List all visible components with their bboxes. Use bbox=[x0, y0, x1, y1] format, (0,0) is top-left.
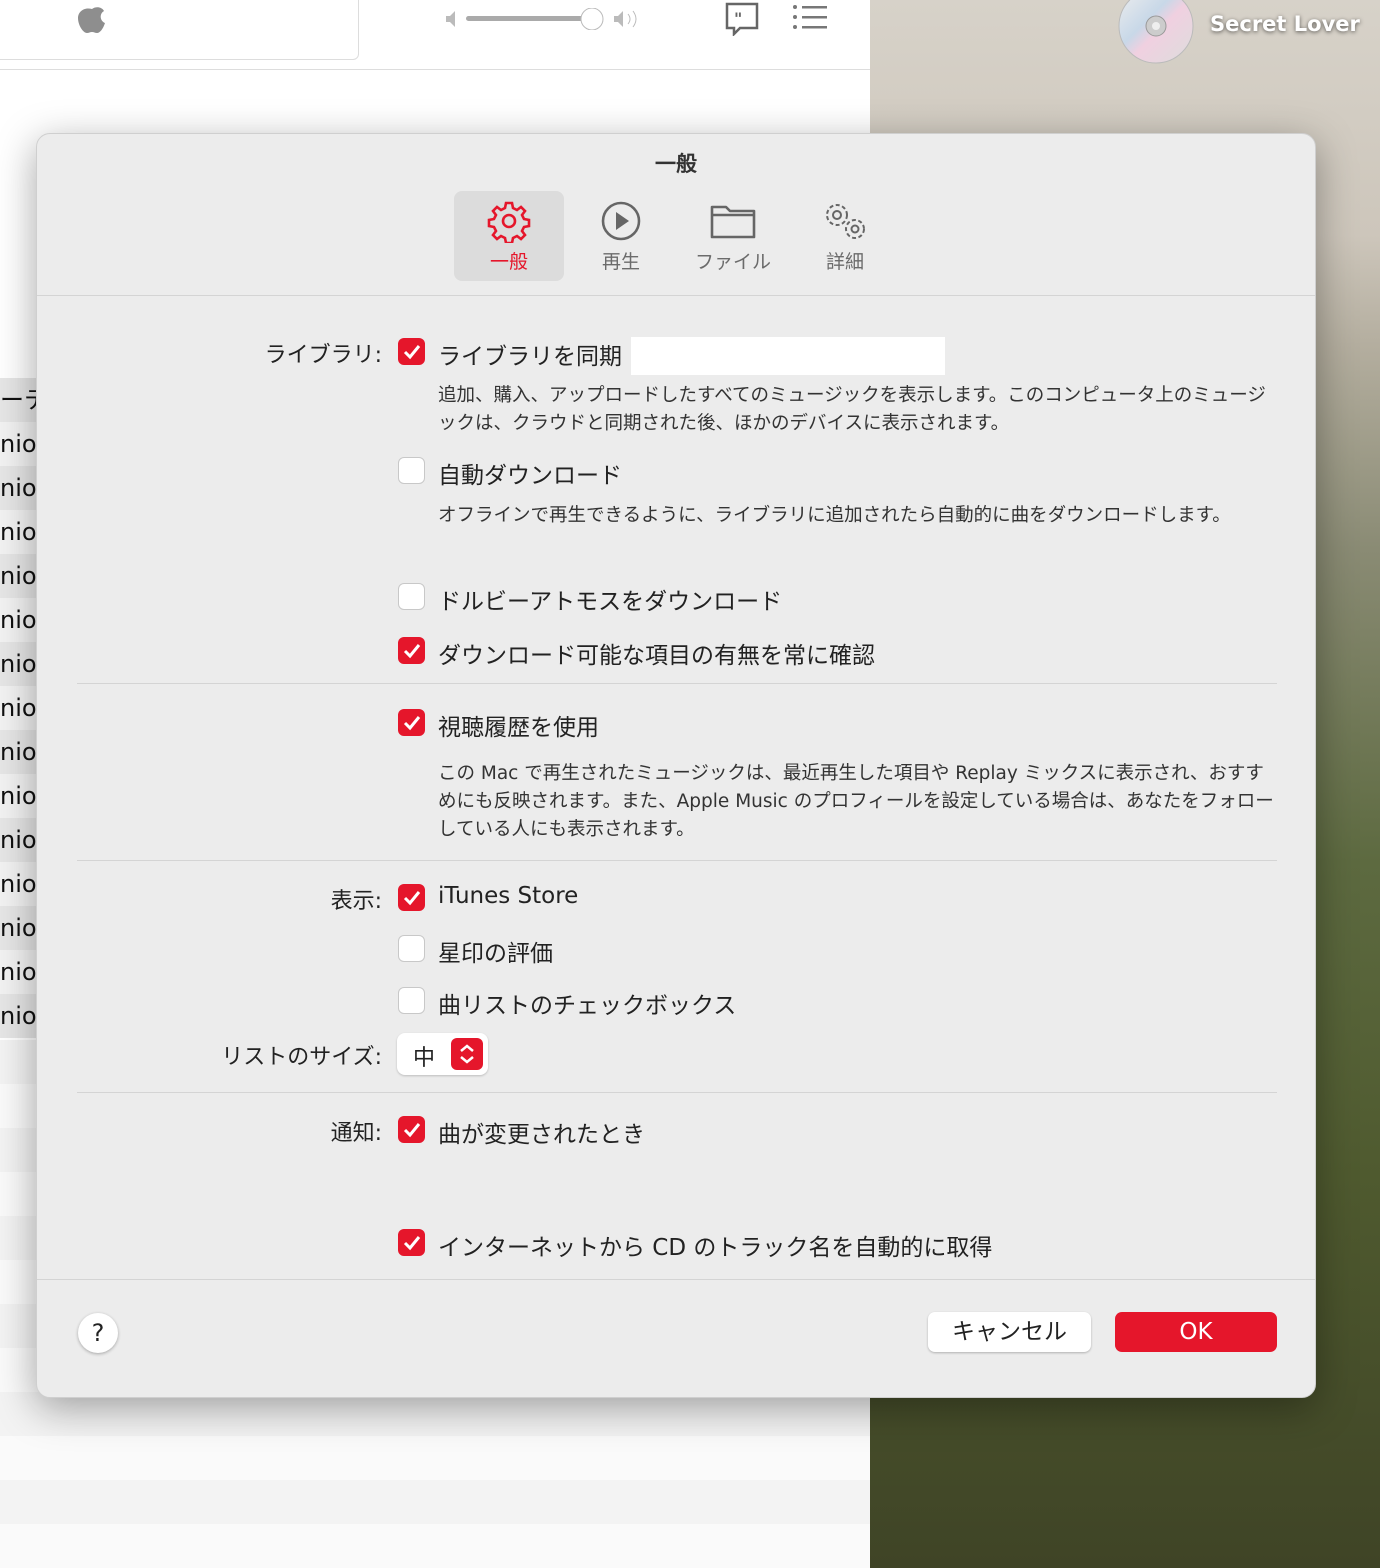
dolby-download-checkbox[interactable] bbox=[398, 583, 425, 610]
tab-advanced[interactable]: 詳細 bbox=[790, 191, 900, 281]
now-playing-box bbox=[0, 0, 359, 60]
divider bbox=[37, 1279, 1315, 1280]
empty-list-row bbox=[0, 1480, 870, 1524]
cd-track-names-checkbox[interactable] bbox=[398, 1229, 425, 1256]
song-change-checkbox[interactable] bbox=[398, 1116, 425, 1143]
song-list-row[interactable]: ーテ bbox=[0, 378, 36, 422]
lyrics-icon[interactable]: " bbox=[724, 2, 762, 36]
divider bbox=[77, 683, 1277, 684]
checkmark-icon bbox=[403, 891, 421, 906]
divider bbox=[77, 860, 1277, 861]
song-list-row[interactable]: nior bbox=[0, 422, 36, 466]
song-list-row[interactable]: nior bbox=[0, 598, 36, 642]
dolby-download-label: ドルビーアトモスをダウンロード bbox=[438, 589, 783, 615]
song-list-row[interactable]: nior bbox=[0, 774, 36, 818]
auto-download-description: オフラインで再生できるように、ライブラリに追加されたら自動的に曲をダウンロードし… bbox=[438, 505, 1231, 526]
divider bbox=[77, 1092, 1277, 1093]
tab-label: 詳細 bbox=[825, 251, 864, 273]
song-checkboxes-label: 曲リストのチェックボックス bbox=[438, 993, 737, 1019]
listening-history-label: 視聴履歴を使用 bbox=[438, 715, 599, 741]
checkmark-icon bbox=[403, 1236, 421, 1251]
song-list-row[interactable]: nior bbox=[0, 642, 36, 686]
check-downloads-checkbox[interactable] bbox=[398, 637, 425, 664]
empty-list-row bbox=[0, 1436, 870, 1480]
itunes-store-checkbox[interactable] bbox=[398, 884, 425, 911]
gear-icon bbox=[487, 201, 531, 243]
song-list-row[interactable]: nior bbox=[0, 554, 36, 598]
ok-button[interactable]: OK bbox=[1115, 1312, 1277, 1352]
checkmark-icon bbox=[403, 644, 421, 659]
tab-label: 一般 bbox=[489, 251, 528, 273]
volume-high-icon bbox=[614, 11, 623, 27]
song-list-row[interactable]: nior bbox=[0, 906, 36, 950]
checkmark-icon bbox=[403, 1123, 421, 1138]
list-size-label: リストのサイズ: bbox=[221, 1045, 382, 1070]
folder-icon bbox=[710, 205, 756, 239]
list-size-select[interactable]: 中 bbox=[397, 1033, 488, 1075]
song-list-row[interactable]: nior bbox=[0, 730, 36, 774]
song-list-row[interactable]: nior bbox=[0, 862, 36, 906]
tab-playback[interactable]: 再生 bbox=[566, 191, 676, 281]
song-list-row[interactable]: nior bbox=[0, 950, 36, 994]
check-downloads-label: ダウンロード可能な項目の有無を常に確認 bbox=[438, 643, 875, 669]
volume-control[interactable] bbox=[444, 8, 644, 30]
apple-logo-icon bbox=[78, 7, 105, 33]
volume-slider-track bbox=[466, 16, 596, 21]
song-list-row[interactable]: nior bbox=[0, 994, 36, 1038]
display-label: 表示: bbox=[330, 889, 382, 914]
gears-icon bbox=[826, 204, 865, 239]
cd-track-names-label: インターネットから CD のトラック名を自動的に取得 bbox=[438, 1235, 993, 1261]
tab-general[interactable]: 一般 bbox=[454, 191, 564, 281]
preferences-dialog: 一般 一般 再生 ファイル 詳細 ライブラリ: ライブラリを同期 追加、購入、ア… bbox=[36, 133, 1316, 1398]
cancel-button[interactable]: キャンセル bbox=[928, 1312, 1091, 1352]
dialog-title: 一般 bbox=[655, 152, 697, 176]
listening-history-checkbox[interactable] bbox=[398, 709, 425, 736]
song-list-row[interactable]: nior bbox=[0, 510, 36, 554]
tab-label: ファイル bbox=[694, 251, 771, 273]
star-ratings-checkbox[interactable] bbox=[398, 935, 425, 962]
sync-library-description: 追加、購入、アップロードしたすべてのミュージックを表示します。このコンピュータ上… bbox=[438, 385, 1266, 434]
volume-low-icon bbox=[446, 11, 455, 27]
divider bbox=[37, 295, 1315, 296]
song-list-row[interactable]: nior bbox=[0, 818, 36, 862]
sync-library-label: ライブラリを同期 bbox=[438, 344, 622, 370]
song-list-row[interactable]: nior bbox=[0, 466, 36, 510]
empty-list-row bbox=[0, 1524, 870, 1568]
song-change-label: 曲が変更されたとき bbox=[438, 1122, 645, 1148]
play-circle-icon bbox=[601, 201, 641, 241]
library-label: ライブラリ: bbox=[264, 343, 382, 368]
sync-library-checkbox[interactable] bbox=[398, 338, 425, 365]
itunes-store-label: iTunes Store bbox=[438, 883, 579, 909]
song-checkboxes-checkbox[interactable] bbox=[398, 987, 425, 1014]
help-button[interactable]: ? bbox=[78, 1313, 118, 1353]
auto-download-checkbox[interactable] bbox=[398, 457, 425, 484]
listening-history-description: この Mac で再生されたミュージックは、最近再生した項目や Replay ミッ… bbox=[438, 763, 1274, 840]
chevron-updown-icon bbox=[451, 1038, 483, 1070]
cd-artwork-icon bbox=[1118, 0, 1194, 64]
song-list-row[interactable]: nior bbox=[0, 686, 36, 730]
checkmark-icon bbox=[403, 345, 421, 360]
tab-files[interactable]: ファイル bbox=[678, 191, 788, 281]
tab-label: 再生 bbox=[601, 251, 640, 273]
volume-slider-thumb bbox=[580, 8, 604, 30]
auto-download-label: 自動ダウンロード bbox=[438, 463, 622, 489]
queue-list-icon[interactable] bbox=[792, 4, 828, 30]
list-size-value: 中 bbox=[413, 1046, 436, 1071]
player-toolbar: " bbox=[0, 0, 870, 70]
checkmark-icon bbox=[403, 716, 421, 731]
redacted-area bbox=[631, 337, 945, 375]
star-ratings-label: 星印の評価 bbox=[438, 941, 553, 967]
svg-text:": " bbox=[734, 9, 742, 28]
notifications-label: 通知: bbox=[330, 1121, 382, 1146]
now-playing-title: Secret Lover bbox=[1210, 12, 1360, 36]
empty-list-row bbox=[0, 1392, 870, 1436]
